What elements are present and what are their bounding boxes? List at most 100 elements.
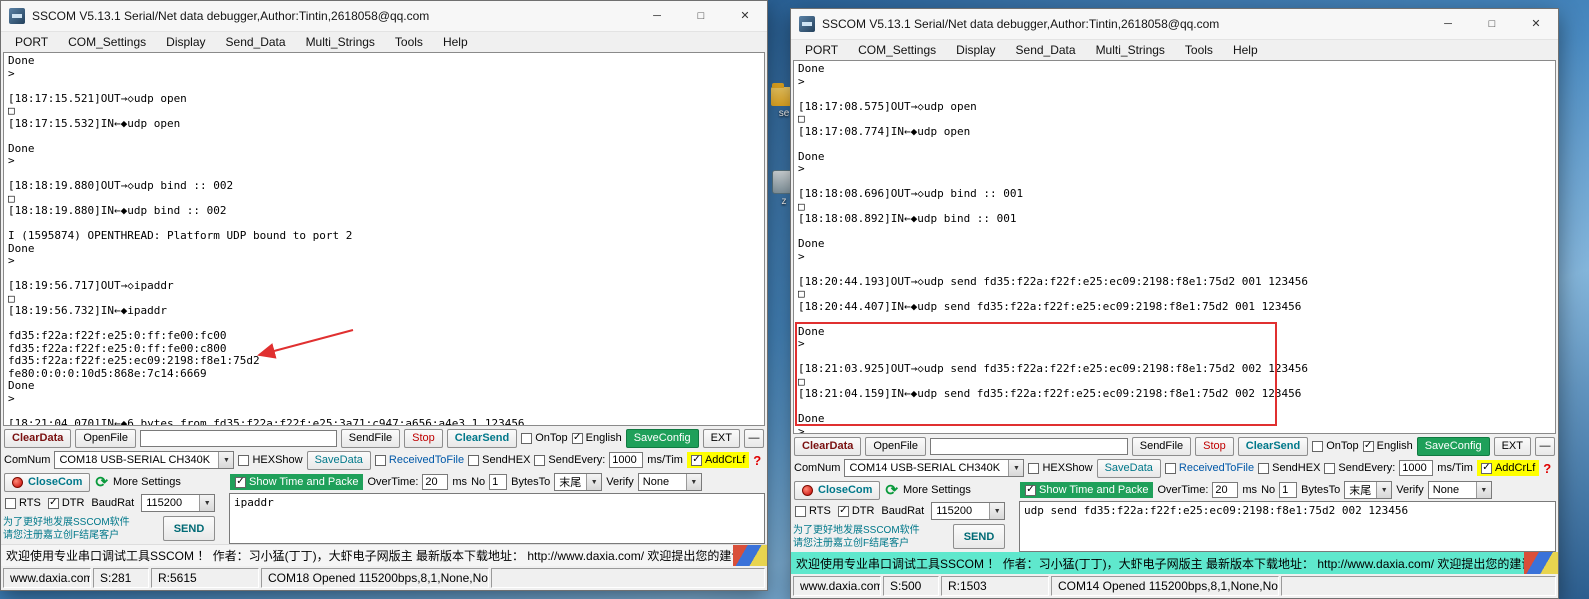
close-com-button[interactable]: CloseCom [794, 481, 880, 500]
collapse-panel-button[interactable]: — [744, 429, 764, 448]
verify-select[interactable]: None ▼ [638, 473, 702, 491]
maximize-button[interactable]: □ [679, 1, 723, 31]
menu-multi-strings[interactable]: Multi_Strings [1086, 43, 1175, 57]
save-config-button[interactable]: SaveConfig [626, 429, 699, 448]
bytes-input[interactable] [1279, 482, 1297, 498]
overtime-input[interactable] [1212, 482, 1238, 498]
checkbox-box [375, 455, 386, 466]
show-time-checkbox[interactable]: Show Time and Packe [230, 474, 363, 490]
received-to-file-checkbox[interactable]: ReceivedToFile [375, 454, 464, 466]
status-website-link[interactable]: www.daxia.com [793, 576, 881, 596]
menu-help[interactable]: Help [1223, 43, 1268, 57]
window-controls: ─ □ ✕ [635, 1, 767, 31]
stop-button[interactable]: Stop [1195, 437, 1234, 456]
show-time-checkbox[interactable]: Show Time and Packe [1020, 482, 1153, 498]
menu-send-data[interactable]: Send_Data [1006, 43, 1086, 57]
terminal-output[interactable]: Done > [18:17:15.521]OUT→◇udp open □ [18… [3, 52, 765, 426]
send-input[interactable]: udp send fd35:f22a:f22f:e25:ec09:2198:f8… [1019, 501, 1556, 552]
send-every-checkbox[interactable]: SendEvery: [534, 454, 605, 466]
menu-display[interactable]: Display [946, 43, 1005, 57]
ontop-checkbox[interactable]: OnTop [521, 432, 567, 444]
send-interval-input[interactable] [609, 452, 643, 468]
clear-data-button[interactable]: ClearData [794, 437, 861, 456]
add-crlf-checkbox[interactable]: AddCrLf [1477, 460, 1539, 476]
close-button[interactable]: ✕ [1514, 9, 1558, 39]
menu-send-data[interactable]: Send_Data [216, 35, 296, 49]
baudrate-value: 115200 [146, 497, 195, 509]
send-hex-checkbox[interactable]: SendHEX [468, 454, 530, 466]
menu-help[interactable]: Help [433, 35, 478, 49]
stop-button[interactable]: Stop [404, 429, 443, 448]
ontop-checkbox[interactable]: OnTop [1312, 440, 1358, 452]
refresh-ports-icon[interactable]: ⟳ [885, 483, 898, 498]
menu-com-settings[interactable]: COM_Settings [848, 43, 946, 57]
clear-send-button[interactable]: ClearSend [447, 429, 517, 448]
menu-multi-strings[interactable]: Multi_Strings [296, 35, 385, 49]
send-button[interactable]: SEND [163, 516, 215, 541]
send-hex-checkbox[interactable]: SendHEX [1258, 462, 1320, 474]
save-data-button[interactable]: SaveData [307, 451, 371, 470]
baudrate-label: BaudRat [91, 497, 134, 509]
close-com-button[interactable]: CloseCom [4, 473, 90, 492]
ad-banner[interactable]: 欢迎使用专业串口调试工具SSCOM ！ 作者：习小猛(丁丁)，大虾电子网版主 最… [791, 552, 1558, 574]
file-path-input[interactable] [930, 438, 1128, 455]
menu-com-settings[interactable]: COM_Settings [58, 35, 156, 49]
display-settings-row: CloseCom ⟳ More Settings Show Time and P… [791, 479, 1558, 501]
bytes-to-select[interactable]: 末尾 ▼ [1344, 481, 1392, 499]
baudrate-select[interactable]: 115200 ▼ [931, 502, 1005, 520]
checkbox-box [238, 455, 249, 466]
hexshow-checkbox[interactable]: HEXShow [238, 454, 302, 466]
refresh-ports-icon[interactable]: ⟳ [95, 475, 108, 490]
ad-banner[interactable]: 欢迎使用专业串口调试工具SSCOM ！ 作者：习小猛(丁丁)，大虾电子网版主 最… [1, 544, 767, 566]
send-button[interactable]: SEND [953, 524, 1005, 549]
titlebar[interactable]: SSCOM V5.13.1 Serial/Net data debugger,A… [1, 1, 767, 32]
send-input[interactable]: ipaddr [229, 493, 765, 544]
com-port-select[interactable]: COM14 USB-SERIAL CH340K ▼ [844, 459, 1024, 477]
overtime-input[interactable] [422, 474, 448, 490]
ext-button[interactable]: EXT [1494, 437, 1531, 456]
maximize-button[interactable]: □ [1470, 9, 1514, 39]
bytes-to-select[interactable]: 末尾 ▼ [554, 473, 602, 491]
send-file-button[interactable]: SendFile [1132, 437, 1191, 456]
save-config-button[interactable]: SaveConfig [1417, 437, 1490, 456]
help-icon[interactable]: ? [1543, 461, 1551, 476]
dtr-checkbox[interactable]: DTR [838, 505, 875, 517]
english-checkbox[interactable]: English [1363, 440, 1413, 452]
menu-port[interactable]: PORT [795, 43, 848, 57]
ext-button[interactable]: EXT [703, 429, 740, 448]
baudrate-select[interactable]: 115200 ▼ [141, 494, 215, 512]
menu-display[interactable]: Display [156, 35, 215, 49]
send-every-checkbox[interactable]: SendEvery: [1324, 462, 1395, 474]
terminal-output[interactable]: Done > [18:17:08.575]OUT→◇udp open □ [18… [793, 60, 1556, 434]
collapse-panel-button[interactable]: — [1535, 437, 1555, 456]
minimize-button[interactable]: ─ [1426, 9, 1470, 39]
bytes-input[interactable] [489, 474, 507, 490]
com-port-select[interactable]: COM18 USB-SERIAL CH340K ▼ [54, 451, 234, 469]
hexshow-checkbox[interactable]: HEXShow [1028, 462, 1092, 474]
open-file-button[interactable]: OpenFile [865, 437, 926, 456]
dtr-checkbox[interactable]: DTR [48, 497, 85, 509]
add-crlf-checkbox[interactable]: AddCrLf [687, 452, 749, 468]
save-data-button[interactable]: SaveData [1097, 459, 1161, 478]
open-file-button[interactable]: OpenFile [75, 429, 136, 448]
status-website-link[interactable]: www.daxia.com [3, 568, 91, 588]
menu-tools[interactable]: Tools [1175, 43, 1223, 57]
titlebar[interactable]: SSCOM V5.13.1 Serial/Net data debugger,A… [791, 9, 1558, 40]
more-settings-link[interactable]: More Settings [113, 476, 181, 488]
more-settings-link[interactable]: More Settings [903, 484, 971, 496]
close-button[interactable]: ✕ [723, 1, 767, 31]
clear-data-button[interactable]: ClearData [4, 429, 71, 448]
received-to-file-checkbox[interactable]: ReceivedToFile [1165, 462, 1254, 474]
menu-tools[interactable]: Tools [385, 35, 433, 49]
rts-checkbox[interactable]: RTS [5, 497, 41, 509]
clear-send-button[interactable]: ClearSend [1238, 437, 1308, 456]
file-path-input[interactable] [140, 430, 337, 447]
help-icon[interactable]: ? [753, 453, 761, 468]
english-checkbox[interactable]: English [572, 432, 622, 444]
menu-port[interactable]: PORT [5, 35, 58, 49]
rts-checkbox[interactable]: RTS [795, 505, 831, 517]
send-file-button[interactable]: SendFile [341, 429, 400, 448]
send-interval-input[interactable] [1399, 460, 1433, 476]
minimize-button[interactable]: ─ [635, 1, 679, 31]
verify-select[interactable]: None ▼ [1428, 481, 1492, 499]
